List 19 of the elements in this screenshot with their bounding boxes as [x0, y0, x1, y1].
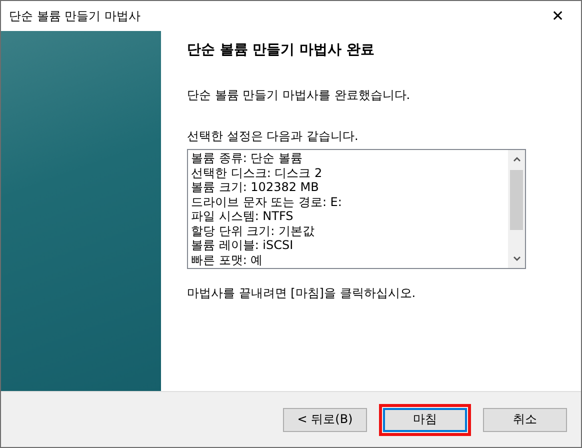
- back-button[interactable]: < 뒤로(B): [283, 408, 367, 432]
- settings-line: 볼륨 크기: 102382 MB: [191, 180, 320, 194]
- intro-text: 단순 볼륨 만들기 마법사를 완료했습니다.: [187, 87, 412, 104]
- settings-list[interactable]: 볼륨 종류: 단순 볼륨 선택한 디스크: 디스크 2 볼륨 크기: 102382 MB 드라이브 문자 또는 경로: E: 파일 시스템: NTFS 할당 단위 크기: 기본값 볼륨 레이블: iSCSI 빠른 포맷: 예: [187, 149, 526, 269]
- wizard-heading: 단순 볼륨 만들기 마법사 완료: [187, 41, 376, 59]
- settings-line: 볼륨 종류: 단순 볼륨: [191, 151, 304, 166]
- window-title: 단순 볼륨 만들기 마법사: [9, 8, 140, 24]
- settings-line: 할당 단위 크기: 기본값: [191, 224, 316, 238]
- finish-instruction: 마법사를 끝내려면 [마침]을 클릭하십시오.: [187, 285, 417, 302]
- scrollbar-thumb[interactable]: [510, 170, 523, 230]
- settings-line: 드라이브 문자 또는 경로: E:: [191, 194, 343, 209]
- cancel-button[interactable]: 취소: [483, 408, 567, 432]
- settings-line: 빠른 포맷: 예: [191, 252, 264, 267]
- finish-button[interactable]: 마침: [383, 408, 467, 432]
- close-button[interactable]: ✕: [535, 1, 581, 31]
- settings-line: 볼륨 레이블: iSCSI: [191, 238, 294, 252]
- settings-line: 선택한 디스크: 디스크 2: [191, 166, 324, 180]
- settings-label: 선택한 설정은 다음과 같습니다.: [187, 128, 360, 145]
- settings-line: 파일 시스템: NTFS: [191, 209, 294, 224]
